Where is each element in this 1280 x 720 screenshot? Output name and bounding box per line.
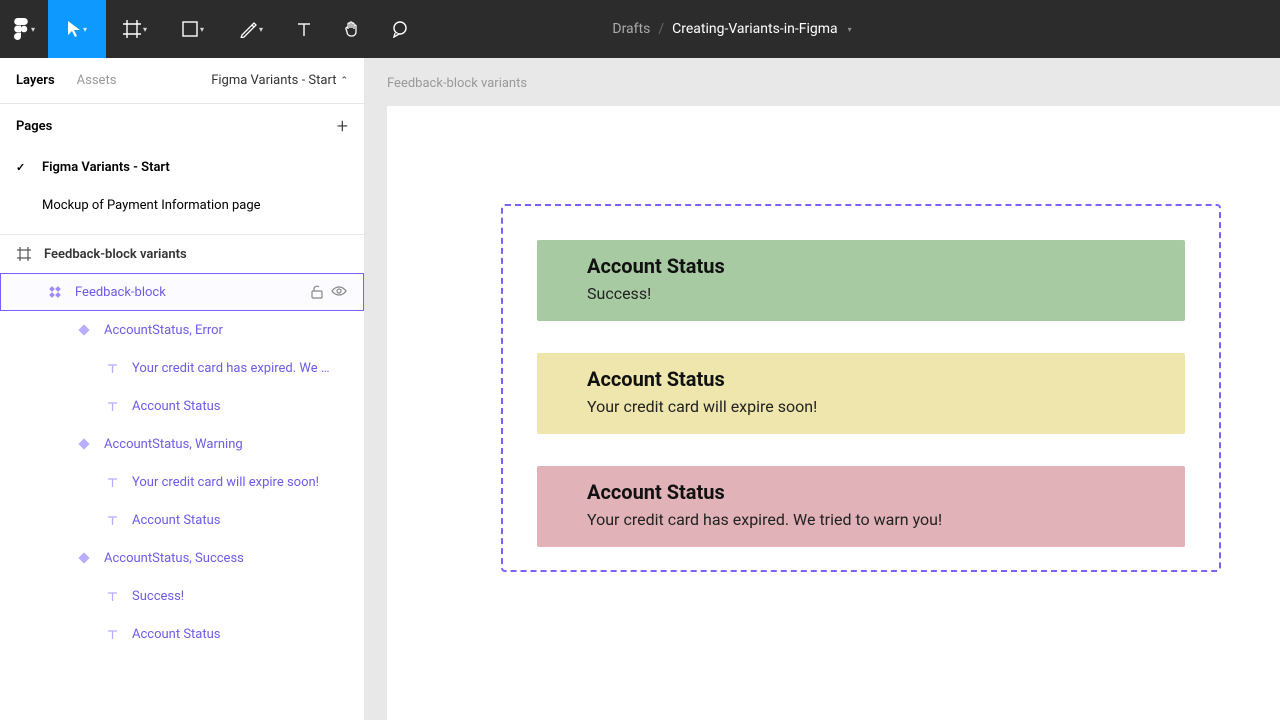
layer-label: Feedback-block: [75, 285, 299, 300]
chevron-down-icon: ▾: [259, 25, 263, 34]
layer-text[interactable]: Your credit card has expired. We …: [0, 349, 364, 387]
cursor-icon: [67, 20, 81, 38]
shape-tool-button[interactable]: ▾: [164, 0, 222, 58]
page-item[interactable]: Mockup of Payment Information page: [0, 186, 364, 224]
text-layer-icon: [104, 363, 120, 374]
canvas[interactable]: Feedback-block variants Account Status S…: [365, 58, 1280, 720]
layer-text[interactable]: Your credit card will expire soon!: [0, 463, 364, 501]
breadcrumb-drafts[interactable]: Drafts: [612, 21, 650, 37]
feedback-block-warning[interactable]: Account Status Your credit card will exp…: [537, 353, 1185, 434]
frame-label[interactable]: Feedback-block variants: [387, 76, 527, 91]
comment-tool-button[interactable]: [376, 0, 424, 58]
component-set-icon: [47, 285, 63, 299]
frame-tool-button[interactable]: ▾: [106, 0, 164, 58]
layer-label: AccountStatus, Error: [104, 323, 348, 338]
text-layer-icon: [104, 591, 120, 602]
left-sidebar: Layers Assets Figma Variants - Start ⌃ P…: [0, 58, 365, 720]
tab-assets[interactable]: Assets: [77, 73, 117, 88]
frame-icon: [16, 247, 32, 261]
page-item[interactable]: ✓ Figma Variants - Start: [0, 148, 364, 186]
tab-layers[interactable]: Layers: [16, 73, 55, 88]
visibility-icon[interactable]: [331, 285, 347, 299]
layer-label: AccountStatus, Warning: [104, 437, 348, 452]
chevron-down-icon: ▾: [83, 25, 87, 34]
pen-tool-button[interactable]: ▾: [222, 0, 280, 58]
chevron-down-icon: ▾: [31, 25, 35, 34]
pen-icon: [239, 20, 257, 38]
feedback-message: Your credit card has expired. We tried t…: [587, 510, 1135, 529]
layer-frame-root[interactable]: Feedback-block variants: [0, 235, 364, 273]
rectangle-icon: [182, 21, 198, 37]
layer-text[interactable]: Account Status: [0, 615, 364, 653]
figma-menu-button[interactable]: ▾: [0, 0, 48, 58]
pages-header-label: Pages: [16, 119, 52, 134]
feedback-block-success[interactable]: Account Status Success!: [537, 240, 1185, 321]
page-selector[interactable]: Figma Variants - Start ⌃: [211, 73, 348, 88]
text-layer-icon: [104, 477, 120, 488]
unlock-icon[interactable]: [311, 285, 323, 299]
file-name[interactable]: Creating-Variants-in-Figma: [672, 21, 838, 37]
layer-label: AccountStatus, Success: [104, 551, 348, 566]
feedback-message: Success!: [587, 284, 1135, 303]
layer-label: Account Status: [132, 399, 348, 414]
hand-icon: [343, 20, 361, 38]
feedback-title: Account Status: [587, 367, 1135, 391]
layer-label: Success!: [132, 589, 348, 604]
layer-text[interactable]: Account Status: [0, 387, 364, 425]
layer-label: Account Status: [132, 627, 348, 642]
chevron-down-icon: ▾: [143, 25, 147, 34]
add-page-button[interactable]: +: [337, 114, 348, 138]
comment-icon: [391, 20, 409, 38]
breadcrumb-separator: /: [658, 21, 664, 37]
page-item-label: Figma Variants - Start: [42, 160, 170, 175]
feedback-title: Account Status: [587, 254, 1135, 278]
chevron-down-icon[interactable]: ▾: [848, 25, 852, 34]
layer-label: Your credit card has expired. We …: [132, 361, 348, 376]
breadcrumb: Drafts / Creating-Variants-in-Figma ▾: [424, 21, 1040, 37]
chevron-down-icon: ▾: [200, 25, 204, 34]
layer-text[interactable]: Success!: [0, 577, 364, 615]
layer-label: Account Status: [132, 513, 348, 528]
variant-icon: [76, 438, 92, 450]
layer-variant[interactable]: AccountStatus, Warning: [0, 425, 364, 463]
check-icon: ✓: [16, 161, 30, 174]
layer-variant[interactable]: AccountStatus, Error: [0, 311, 364, 349]
feedback-message: Your credit card will expire soon!: [587, 397, 1135, 416]
text-icon: [296, 21, 312, 37]
move-tool-button[interactable]: ▾: [48, 0, 106, 58]
page-item-label: Mockup of Payment Information page: [42, 198, 261, 213]
text-layer-icon: [104, 515, 120, 526]
variant-icon: [76, 552, 92, 564]
chevron-up-icon: ⌃: [340, 76, 348, 86]
layer-text[interactable]: Account Status: [0, 501, 364, 539]
hand-tool-button[interactable]: [328, 0, 376, 58]
frame-icon: [123, 20, 141, 38]
top-toolbar: ▾ ▾ ▾ ▾ ▾: [0, 0, 1280, 58]
text-layer-icon: [104, 401, 120, 412]
figma-logo-icon: [13, 18, 29, 40]
layer-variant[interactable]: AccountStatus, Success: [0, 539, 364, 577]
layer-component-set[interactable]: Feedback-block: [0, 273, 364, 311]
page-selector-label: Figma Variants - Start: [211, 73, 336, 88]
text-tool-button[interactable]: [280, 0, 328, 58]
layer-label: Your credit card will expire soon!: [132, 475, 348, 490]
pages-header: Pages +: [0, 104, 364, 148]
text-layer-icon: [104, 629, 120, 640]
component-set-frame[interactable]: Account Status Success! Account Status Y…: [501, 204, 1221, 572]
variant-icon: [76, 324, 92, 336]
feedback-block-error[interactable]: Account Status Your credit card has expi…: [537, 466, 1185, 547]
feedback-title: Account Status: [587, 480, 1135, 504]
layer-label: Feedback-block variants: [44, 247, 348, 262]
